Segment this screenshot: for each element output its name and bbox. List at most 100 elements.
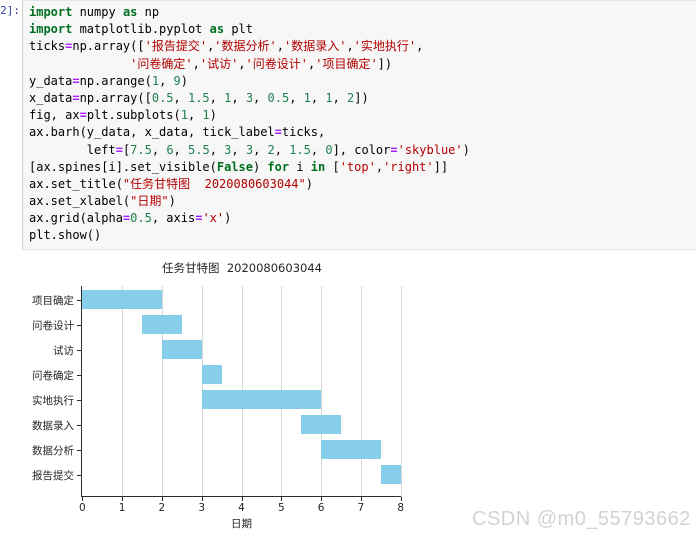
code-token-kw: in (310, 159, 326, 174)
y-tick-label: 实地执行 (32, 394, 74, 407)
x-tick-label: 3 (198, 502, 206, 514)
x-tick-mark (281, 497, 283, 501)
code-line: import numpy as np (29, 4, 470, 21)
code-token-str: '实地执行' (353, 39, 417, 54)
code-token-plain: numpy (72, 5, 123, 19)
code-token-str: '试访' (199, 56, 239, 71)
x-tick-mark (400, 497, 402, 501)
code-token-plain: , (151, 142, 167, 157)
code-token-plain: , (231, 90, 246, 105)
code-token-plain: plt.subplots( (86, 108, 181, 123)
x-tick-mark (122, 497, 124, 501)
code-token-plain: ) (252, 159, 268, 174)
code-token-plain: ) (462, 142, 470, 157)
code-line: ax.set_title("任务甘特图 2020080603044") (29, 176, 470, 193)
y-tick-mark (77, 349, 81, 351)
code-token-num: 1 (303, 90, 311, 105)
y-tick-label: 问卷确定 (32, 369, 74, 382)
code-token-num: 0 (325, 142, 333, 157)
y-tick-label: 报告提交 (32, 469, 74, 482)
code-token-plain: , (173, 142, 188, 157)
code-token-kw: for (267, 159, 290, 174)
code-token-plain: i (289, 159, 311, 174)
code-line: y_data=np.arange(1, 9) (29, 73, 470, 90)
code-token-str: '数据分析' (214, 39, 277, 54)
code-token-str: '项目确定' (315, 56, 378, 71)
code-token-plain: np.array([ (72, 39, 145, 54)
code-token-num: 1.5 (289, 142, 311, 157)
y-tick-mark (77, 399, 81, 401)
code-token-num: 1 (325, 90, 333, 105)
code-token-plain: plt (224, 22, 253, 37)
code-token-num: 3 (245, 142, 254, 157)
code-token-plain: , (192, 56, 200, 71)
code-line: import matplotlib.pyplot as plt (29, 21, 470, 38)
x-tick-mark (161, 497, 163, 501)
code-token-num: 1 (151, 73, 160, 88)
x-tick-label: 2 (158, 502, 166, 514)
code-token-plain: np.array([ (79, 90, 152, 105)
code-token-plain: , (375, 159, 384, 174)
code-token-plain: np (137, 5, 160, 19)
x-tick-label: 5 (277, 502, 285, 514)
code-token-num: 9 (173, 73, 181, 88)
gantt-bar (321, 440, 381, 459)
gantt-bar (201, 390, 322, 409)
code-token-plain: , (209, 90, 225, 105)
x-tick-label: 4 (238, 502, 245, 514)
code-token-plain: ]) (354, 90, 369, 105)
code-token-plain: , (173, 90, 188, 105)
x-axis-label: 日期 (231, 518, 252, 530)
code-token-plain: , (276, 39, 284, 54)
x-tick-mark (321, 497, 323, 501)
gantt-bar (82, 290, 162, 309)
y-tick-mark (77, 474, 81, 476)
code-token-num: 7.5 (130, 142, 152, 157)
code-token-plain: ) (180, 73, 188, 88)
code-token-plain: ) (168, 194, 176, 209)
code-token-op: = (79, 108, 87, 123)
gantt-bar (380, 465, 401, 484)
gantt-bar (161, 340, 202, 359)
x-tick-mark (241, 497, 243, 501)
code-line: left=[7.5, 6, 5.5, 3, 3, 2, 1.5, 0], col… (29, 142, 470, 159)
code-token-plain: , (159, 73, 174, 88)
x-tick-label: 8 (397, 502, 405, 514)
code-token-kw: as (209, 22, 225, 37)
code-line: plt.show() (29, 227, 470, 244)
code-token-plain: , (346, 39, 354, 54)
gantt-bar (201, 365, 222, 384)
y-tick-mark (77, 449, 81, 451)
code-token-plain: ) (305, 176, 313, 191)
code-token-plain: ticks, (281, 125, 326, 140)
code-source[interactable]: import numpy as np import matplotlib.pypl… (29, 4, 470, 245)
code-token-str: '数据录入' (283, 39, 347, 54)
code-token-plain: [ (325, 159, 340, 174)
code-token-num: 0.5 (130, 211, 152, 226)
x-tick-mark (201, 497, 203, 501)
code-editor[interactable]: import numpy as np import matplotlib.pypl… (22, 0, 696, 250)
code-token-num: 6 (166, 142, 174, 157)
code-token-plain: , (253, 90, 268, 105)
x-tick-mark (82, 497, 84, 501)
code-token-plain: , axis (151, 211, 196, 226)
code-token-plain: np.arange( (79, 73, 152, 88)
x-tick-label: 7 (357, 502, 365, 514)
code-token-num: 5.5 (188, 142, 210, 157)
code-token-str: 'skyblue' (397, 142, 463, 157)
code-line: ax.set_xlabel("日期") (29, 193, 470, 210)
code-line: [ax.spines[i].set_visible(False) for i i… (29, 159, 470, 176)
code-token-plain: ]) (377, 56, 393, 71)
y-axis-spine (81, 286, 83, 497)
code-token-str: "任务甘特图 2020080603044" (122, 176, 306, 191)
notebook-code-cell[interactable]: 2]: import numpy as np import matplotlib.… (0, 0, 696, 252)
x-tick-label: 6 (317, 502, 325, 514)
y-tick-label: 试访 (53, 344, 74, 357)
code-line: '问卷确定','试访','问卷设计','项目确定']) (29, 56, 470, 73)
code-token-num: 1 (180, 108, 188, 123)
code-token-plain: ) (224, 211, 232, 226)
code-token-plain: ]] (433, 159, 449, 174)
gantt-bar (142, 315, 182, 334)
code-token-str: '问卷确定' (130, 56, 193, 71)
code-token-bkw: False (216, 159, 253, 174)
